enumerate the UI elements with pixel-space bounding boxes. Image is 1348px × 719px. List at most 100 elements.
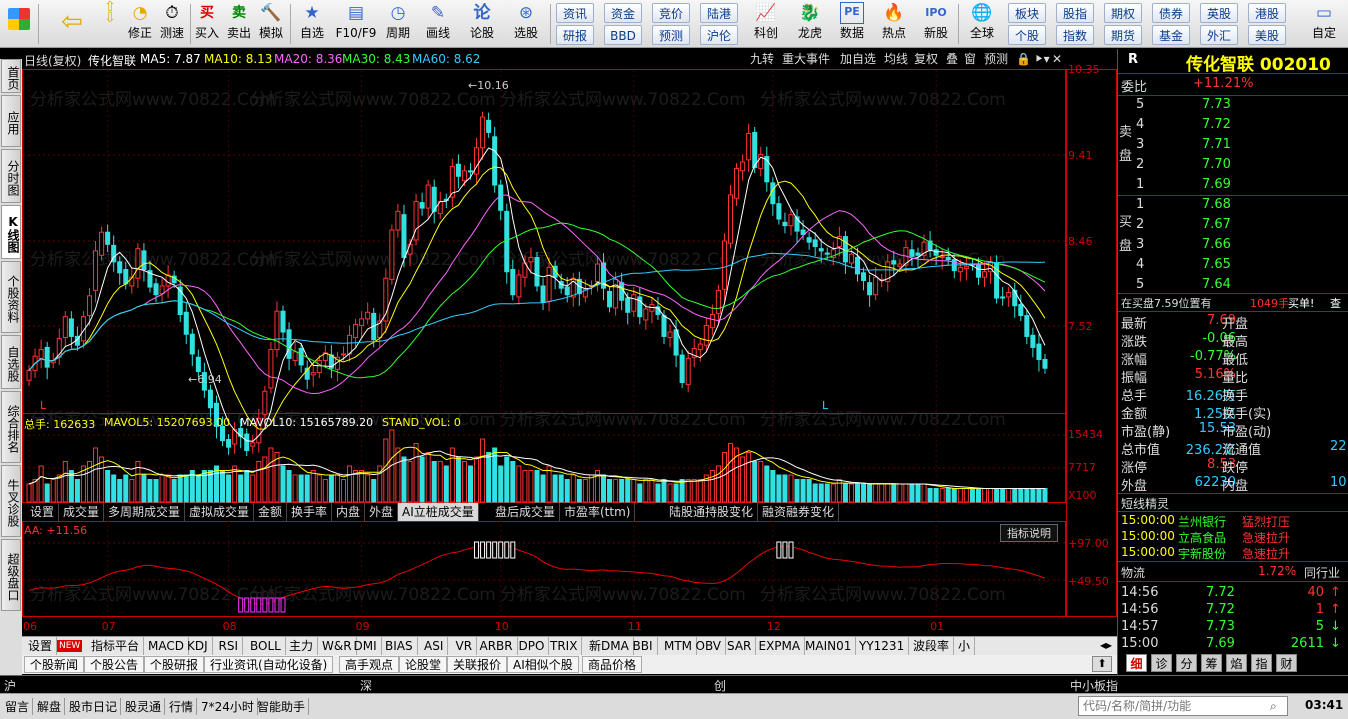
indicator-tab[interactable]: MAIN01	[801, 637, 857, 655]
fix-button[interactable]: ◔ 修正	[124, 2, 156, 46]
index-smb[interactable]: 中小板指	[1070, 677, 1118, 694]
sidebar-intraday[interactable]: 分时图	[1, 149, 21, 203]
adjust-button[interactable]: 复权	[914, 50, 938, 68]
draw-button[interactable]: ✎ 画线	[420, 2, 456, 46]
volume-tab[interactable]: 成交量	[59, 503, 105, 521]
volume-tab[interactable]: 市盈率(ttm)	[560, 503, 636, 521]
sell-button[interactable]: 卖 卖出	[224, 2, 254, 46]
global-button[interactable]: 🌐 全球	[962, 2, 1002, 46]
quick-btn-research[interactable]: 研报	[556, 25, 594, 45]
volume-tab[interactable]: 虚拟成交量	[185, 503, 255, 521]
quick-btn-hkstock[interactable]: 港股	[1248, 3, 1286, 23]
close-icon[interactable]: ✕	[1052, 50, 1062, 68]
quick-btn-hk[interactable]: 陆港	[700, 3, 738, 23]
indicator-tab[interactable]: EXPMA	[755, 637, 806, 655]
indicator-tab[interactable]: TRIX	[546, 637, 583, 655]
rpanel-tab[interactable]: 财	[1276, 654, 1297, 672]
volume-tab[interactable]: AI立桩成交量	[398, 503, 479, 521]
quick-btn-options[interactable]: 期权	[1104, 3, 1142, 23]
index-sh[interactable]: 沪	[4, 677, 16, 694]
sidebar-watchlist[interactable]: 自选股	[1, 335, 21, 389]
industry-button[interactable]: 同行业	[1304, 564, 1340, 581]
info-tab[interactable]: 个股新闻	[24, 656, 85, 673]
rpanel-tab[interactable]: 焰	[1226, 654, 1247, 672]
indicator-tab[interactable]: RSI	[215, 637, 243, 655]
sidebar-kline[interactable]: K线图	[1, 205, 21, 259]
info-tab[interactable]: 行业资讯(自动化设备)	[204, 656, 334, 673]
quick-btn-usstock[interactable]: 美股	[1248, 25, 1286, 45]
status-market[interactable]: 行情	[166, 698, 198, 715]
volume-tab[interactable]: 金额	[254, 503, 288, 521]
info-tab[interactable]: AI相似个股	[507, 656, 579, 673]
quick-btn-index[interactable]: 指数	[1056, 25, 1094, 45]
select-stock-button[interactable]: ⊛ 选股	[506, 2, 546, 46]
f10-button[interactable]: ▤ F10/F9	[334, 2, 378, 46]
indicator-tab[interactable]: 指标平台	[87, 637, 145, 655]
buy-button[interactable]: 买 买入	[192, 2, 222, 46]
quick-btn-fund[interactable]: 基金	[1152, 25, 1190, 45]
indicator-tab[interactable]: BIAS	[381, 637, 418, 655]
volume-tab[interactable]: 盘后成交量	[491, 503, 561, 521]
overlay-button[interactable]: 叠	[946, 50, 958, 68]
sidebar-diagnosis[interactable]: 牛叉诊股	[1, 465, 21, 537]
quick-btn-auction[interactable]: 竞价	[652, 3, 690, 23]
info-tab[interactable]: 个股研报	[144, 656, 205, 673]
quick-btn-funds[interactable]: 资金	[604, 3, 642, 23]
ma-button[interactable]: 均线	[884, 50, 908, 68]
forecast-button[interactable]: 预测	[984, 50, 1008, 68]
volume-tab[interactable]: 设置	[26, 503, 60, 521]
hot-button[interactable]: 🔥 热点	[876, 2, 912, 46]
add-watchlist-button[interactable]: 加自选	[840, 50, 876, 68]
quick-btn-forecast[interactable]: 预测	[652, 25, 690, 45]
quick-btn-uk[interactable]: 英股	[1200, 3, 1238, 23]
kechuang-button[interactable]: 📈 科创	[748, 2, 784, 46]
sidebar-profile[interactable]: 个股资料	[1, 261, 21, 333]
volume-tab[interactable]: 多周期成交量	[104, 503, 186, 521]
indicator-tab[interactable]: KDJ	[183, 637, 213, 655]
indicator-tab[interactable]: ARBR	[476, 637, 518, 655]
info-tab[interactable]: 高手观点	[339, 656, 400, 673]
quick-btn-forex[interactable]: 外汇	[1200, 25, 1238, 45]
period-button[interactable]: ◷ 周期	[380, 2, 416, 46]
indicator-tab[interactable]: VR	[452, 637, 478, 655]
indicator-tab[interactable]: 波段率	[909, 637, 955, 655]
quick-btn-bbd[interactable]: BBD	[604, 25, 642, 45]
elves-item[interactable]: 宇新股份	[1178, 545, 1226, 562]
info-tab[interactable]: 商品价格	[582, 656, 643, 673]
rpanel-tab[interactable]: 诊	[1151, 654, 1172, 672]
status-analysis[interactable]: 解盘	[34, 698, 66, 715]
quick-btn-stock[interactable]: 个股	[1008, 25, 1046, 45]
elves-item[interactable]: 立高食品	[1178, 529, 1226, 546]
quick-btn-bonds[interactable]: 债券	[1152, 3, 1190, 23]
index-sz[interactable]: 深	[360, 677, 372, 694]
quick-btn-london[interactable]: 沪伦	[700, 25, 738, 45]
indicator-tab[interactable]: 设置	[24, 637, 58, 655]
indicator-tab[interactable]: BOLL	[246, 637, 286, 655]
volume-tab[interactable]: 融资融券变化	[758, 503, 840, 521]
rpanel-tab[interactable]: 筹	[1201, 654, 1222, 672]
indicator-tab[interactable]: SAR	[723, 637, 757, 655]
info-tab[interactable]: 个股公告	[84, 656, 145, 673]
speedtest-button[interactable]: ⏱ 测速	[156, 2, 188, 46]
indicator-tab[interactable]: YY1231	[855, 637, 910, 655]
volume-tab[interactable]: 陆股通持股变化	[665, 503, 759, 521]
jiuzhuan-button[interactable]: 九转	[750, 50, 774, 68]
quick-btn-index-futures[interactable]: 股指	[1056, 3, 1094, 23]
rpanel-tab[interactable]: 指	[1251, 654, 1272, 672]
up-down-button[interactable]: ⇧ ⇩	[94, 0, 126, 46]
status-message[interactable]: 留言	[2, 698, 34, 715]
indicator-tab[interactable]: ASI	[420, 637, 449, 655]
indicator-explain-button[interactable]: 指标说明	[1000, 524, 1058, 542]
status-247[interactable]: 7*24小时	[198, 698, 258, 715]
sidebar-home[interactable]: 首页	[1, 59, 21, 93]
quick-btn-futures[interactable]: 期货	[1104, 25, 1142, 45]
search-icon[interactable]: ⌕	[1270, 699, 1277, 714]
info-tab[interactable]: 关联报价	[447, 656, 508, 673]
status-assistant[interactable]: 智能助手	[254, 698, 310, 715]
info-tab[interactable]: 论股堂	[399, 656, 448, 673]
scroll-up-icon[interactable]: ⬆	[1092, 656, 1112, 672]
quick-btn-news[interactable]: 资讯	[556, 3, 594, 23]
indicator-tab[interactable]: 小	[954, 637, 976, 655]
indicator-tab[interactable]: OBV	[692, 637, 727, 655]
status-diary[interactable]: 股市日记	[66, 698, 122, 715]
